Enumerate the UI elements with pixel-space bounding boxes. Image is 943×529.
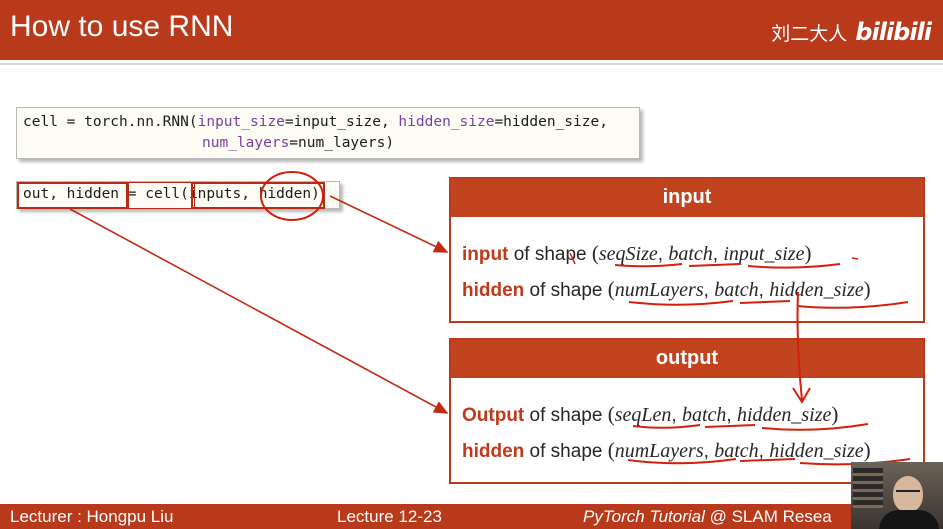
footer-tutorial-italic: PyTorch Tutorial: [583, 507, 705, 526]
annotation-layer: [69, 171, 911, 466]
underline-seqsize: [614, 263, 683, 268]
underline-input-size: [747, 263, 841, 269]
webcam-video: [851, 462, 943, 529]
footer-tutorial: PyTorch Tutorial @ SLAM Resea: [583, 507, 832, 527]
tick-mark: [851, 257, 859, 260]
underline-batch: [688, 263, 741, 267]
tick-mark: [569, 252, 576, 265]
underline-batch-4: [739, 458, 796, 462]
hand-drawn-arrow: [796, 291, 803, 401]
footer-lecturer: Lecturer : Hongpu Liu: [10, 507, 174, 526]
underline-numlayers-2: [627, 458, 737, 465]
underline-seqlen: [632, 424, 701, 429]
footer-lecture: Lecture 12-23: [337, 507, 442, 526]
underline-hidden-size-2: [761, 423, 869, 431]
underline-hidden-size: [796, 301, 909, 309]
bookshelf: [853, 468, 883, 508]
underline-batch-2: [739, 300, 791, 304]
presenter-glasses: [896, 490, 920, 498]
arrow-outputs-to-output-panel: [69, 208, 449, 414]
arrow-inputs-to-input-panel: [329, 195, 449, 253]
footer-tutorial-rest: @ SLAM Resea: [704, 507, 832, 526]
underline-batch-3: [704, 424, 756, 428]
presenter-body: [879, 510, 939, 529]
hidden-arg-circle: [260, 171, 324, 221]
underline-numlayers: [628, 300, 734, 306]
